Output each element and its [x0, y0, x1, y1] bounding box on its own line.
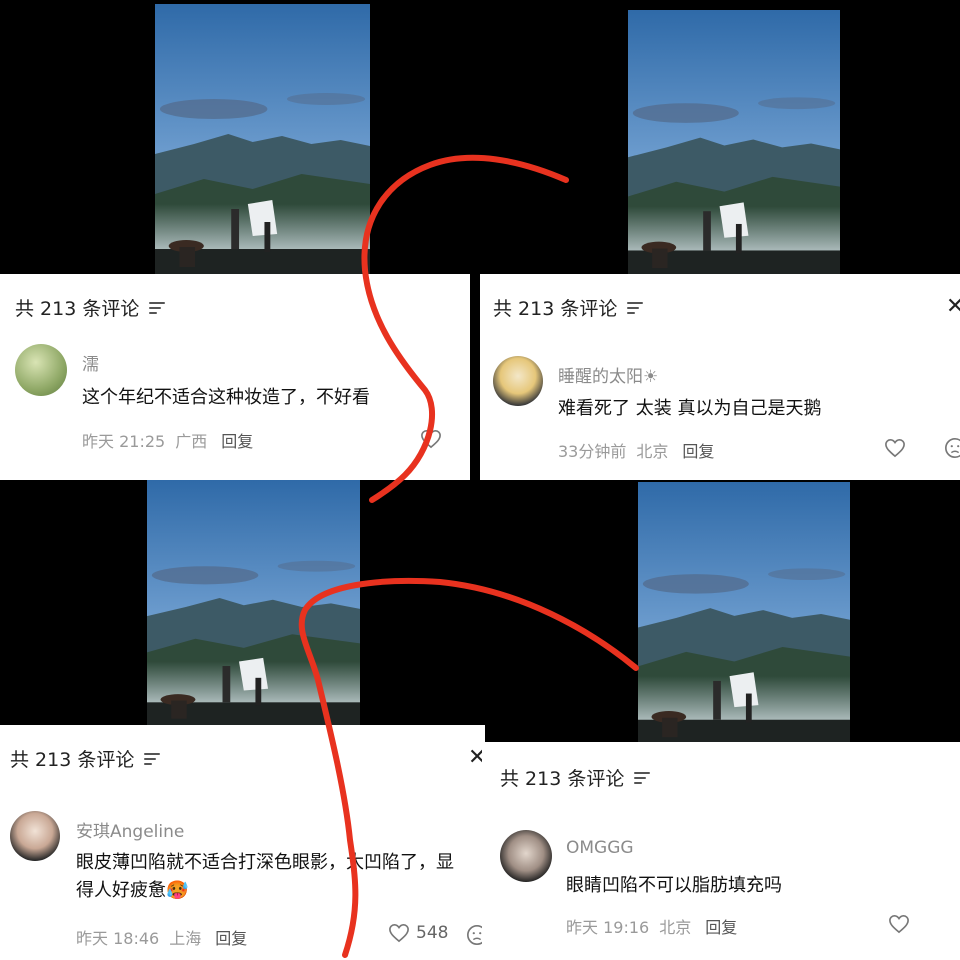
comment-line: 眼睛凹陷不可以脂肪填充吗 [566, 875, 782, 896]
heart-icon[interactable] [884, 438, 906, 458]
reply-button[interactable]: 回复 [215, 925, 247, 949]
comment-count-header: 共 213 条评论 [10, 745, 161, 772]
sort-icon[interactable] [627, 301, 644, 314]
comment-count-label: 共 213 条评论 [493, 298, 618, 320]
heart-icon [389, 923, 409, 943]
comment-time: 昨天 18:46 [76, 929, 160, 948]
avatar[interactable] [493, 356, 543, 406]
comment-count-header: 共 213 条评论 [493, 294, 644, 321]
video-thumbnail-3[interactable] [147, 480, 360, 725]
heart-icon[interactable] [888, 914, 910, 934]
dislike-icon[interactable] [944, 437, 960, 459]
comment-count-label: 共 213 条评论 [500, 768, 625, 790]
comment-location: 上海 [169, 929, 202, 948]
avatar[interactable] [10, 811, 60, 861]
comment-location: 广西 [175, 432, 208, 451]
comment-meta: 昨天 19:16 北京 回复 [566, 914, 737, 938]
comment-meta: 33分钟前 北京 回复 [558, 438, 714, 462]
username[interactable]: 睡醒的太阳☀ [558, 362, 658, 387]
comment-text: 难看死了 太装 真以为自己是天鹅 [558, 395, 948, 423]
comment-line: 难看死了 太装 真以为自己是天鹅 [558, 398, 822, 419]
comment-line: 眼皮薄凹陷就不适合打深色眼影，太凹陷了，显 [76, 852, 454, 873]
comment-time: 33分钟前 [558, 442, 627, 461]
comment-text: 眼睛凹陷不可以脂肪填充吗 [566, 872, 946, 900]
username[interactable]: 安琪Angeline [76, 817, 184, 842]
sort-icon[interactable] [144, 752, 161, 765]
like-count: 548 [416, 923, 449, 943]
comment-text: 这个年纪不适合这种妆造了，不好看 [82, 384, 462, 412]
reply-button[interactable]: 回复 [705, 914, 737, 938]
video-thumbnail-1[interactable] [155, 4, 370, 274]
heart-icon[interactable] [420, 429, 442, 449]
comment-meta: 昨天 18:46 上海 回复 [76, 925, 247, 949]
video-thumbnail-4[interactable] [638, 482, 850, 744]
comment-meta: 昨天 21:25 广西 回复 [82, 428, 253, 452]
avatar[interactable] [500, 830, 552, 882]
comment-location: 北京 [659, 918, 692, 937]
comment-line: 得人好疲惫🥵 [76, 880, 189, 901]
comment-panel-4: 共 213 条评论 OMGGG 眼睛凹陷不可以脂肪填充吗 昨天 19:16 北京… [482, 742, 960, 960]
comment-panel-1: 共 213 条评论 濡 这个年纪不适合这种妆造了，不好看 昨天 21:25 广西… [0, 274, 470, 480]
username[interactable]: 濡 [82, 350, 99, 375]
comment-panel-3: 共 213 条评论 ✕ 安琪Angeline 眼皮薄凹陷就不适合打深色眼影，太凹… [0, 725, 485, 960]
comment-line: 这个年纪不适合这种妆造了，不好看 [82, 387, 370, 408]
close-icon[interactable]: ✕ [946, 296, 960, 318]
comment-panel-2: 共 213 条评论 ✕ 睡醒的太阳☀ 难看死了 太装 真以为自己是天鹅 33分钟… [480, 274, 960, 480]
avatar[interactable] [15, 344, 67, 396]
sort-icon[interactable] [634, 771, 651, 784]
comment-time: 昨天 19:16 [566, 918, 650, 937]
comment-count-label: 共 213 条评论 [10, 749, 135, 771]
comment-count-label: 共 213 条评论 [15, 298, 140, 320]
comment-text: 眼皮薄凹陷就不适合打深色眼影，太凹陷了，显 得人好疲惫🥵 [76, 849, 481, 905]
comment-time: 昨天 21:25 [82, 432, 166, 451]
reply-button[interactable]: 回复 [221, 428, 253, 452]
video-thumbnail-2[interactable] [628, 10, 840, 275]
comment-location: 北京 [636, 442, 669, 461]
like-button[interactable]: 548 [388, 923, 448, 943]
sort-icon[interactable] [149, 301, 166, 314]
username[interactable]: OMGGG [566, 838, 634, 858]
comment-count-header: 共 213 条评论 [15, 294, 166, 321]
comment-count-header: 共 213 条评论 [500, 764, 651, 791]
reply-button[interactable]: 回复 [682, 438, 714, 462]
